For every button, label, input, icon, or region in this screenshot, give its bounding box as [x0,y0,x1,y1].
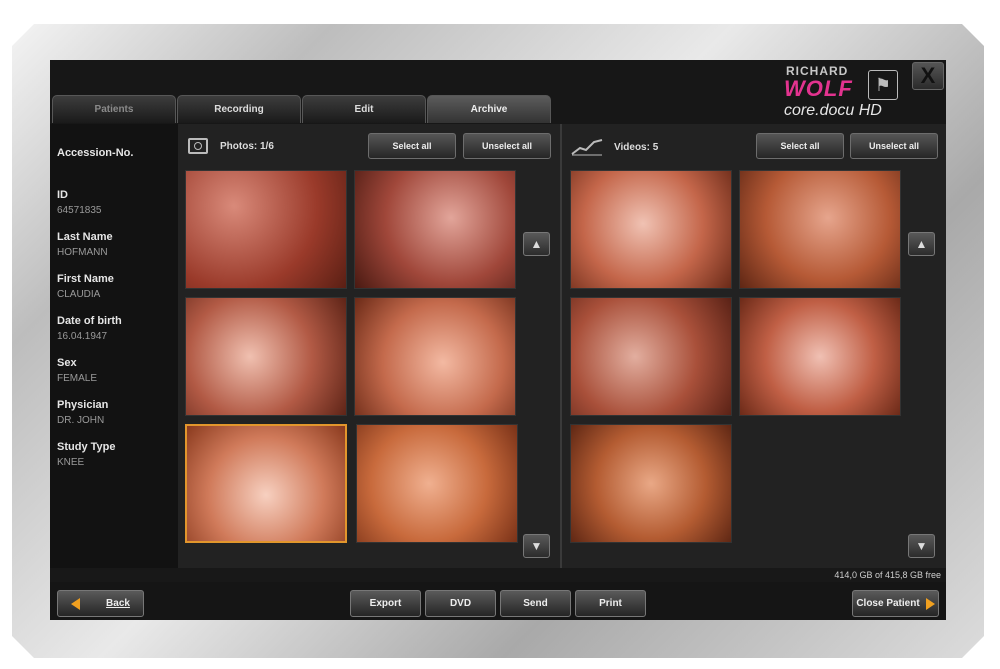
photo-thumbnail[interactable] [185,170,347,289]
triangle-up-icon: ▲ [915,237,928,251]
close-patient-label: Close Patient [856,598,920,609]
videos-scroll-down-button[interactable]: ▼ [908,534,935,558]
field-value: DR. JOHN [57,415,105,426]
field-id: ID 64571835 [57,189,102,216]
photos-panel: Photos: 1/6 Select all Unselect all ▲ ▼ [178,124,560,568]
arrow-left-icon [71,597,81,610]
videos-panel: Videos: 5 Select all Unselect all ▲ ▼ [562,124,946,568]
videos-title: Videos: 5 [614,141,659,153]
field-physician: Physician DR. JOHN [57,399,108,426]
video-thumbnail[interactable] [739,170,901,289]
back-label: Back [106,598,130,609]
photo-thumbnail[interactable] [354,170,516,289]
photo-thumbnail[interactable] [356,424,518,543]
video-thumbnail[interactable] [570,297,732,416]
field-label: First Name [57,273,114,285]
storage-status: 414,0 GB of 415,8 GB free [50,568,946,582]
arrow-right-icon [925,597,935,610]
photos-scroll-up-button[interactable]: ▲ [523,232,550,256]
photo-thumbnail[interactable] [354,297,516,416]
triangle-down-icon: ▼ [915,539,928,553]
field-label: Date of birth [57,315,122,327]
field-value: CLAUDIA [57,289,101,300]
field-label: Accession-No. [57,147,134,159]
camera-icon [188,138,208,154]
chair-icon: ⚑ [868,70,898,100]
video-chart-icon [571,139,603,156]
photos-select-all-button[interactable]: Select all [368,133,456,159]
video-thumbnail[interactable] [570,424,732,543]
photos-unselect-all-button[interactable]: Unselect all [463,133,551,159]
field-label: Study Type [57,441,116,453]
close-patient-button[interactable]: Close Patient [852,590,939,617]
top-bar: Patients Recording Edit Archive RICHARD … [50,60,946,124]
tab-edit[interactable]: Edit [302,95,426,123]
logo-brand-main: WOLF [784,76,853,101]
close-button[interactable]: X [912,62,944,90]
field-label: Physician [57,399,109,411]
field-first-name: First Name CLAUDIA [57,273,114,300]
videos-scroll-up-button[interactable]: ▲ [908,232,935,256]
photo-thumbnail[interactable] [185,297,347,416]
video-thumbnail[interactable] [739,297,901,416]
bottom-bar: Back Export DVD Send Print Close Patient [50,582,946,620]
photos-title: Photos: 1/6 [220,140,274,152]
dvd-button[interactable]: DVD [425,590,496,617]
logo-product: core.docu HD [784,102,882,119]
triangle-down-icon: ▼ [530,539,543,553]
field-value: 64571835 [57,205,102,216]
app-screen: Patients Recording Edit Archive RICHARD … [50,60,946,620]
photo-thumbnail-selected[interactable] [185,424,347,543]
field-date-of-birth: Date of birth 16.04.1947 [57,315,122,342]
videos-unselect-all-button[interactable]: Unselect all [850,133,938,159]
videos-header: Videos: 5 [570,138,658,156]
field-value: HOFMANN [57,247,108,258]
field-label: Last Name [57,231,113,243]
videos-select-all-button[interactable]: Select all [756,133,844,159]
field-label: ID [57,189,68,201]
send-button[interactable]: Send [500,590,571,617]
video-thumbnail[interactable] [570,170,732,289]
field-sex: Sex FEMALE [57,357,97,384]
print-button[interactable]: Print [575,590,646,617]
photos-scroll-down-button[interactable]: ▼ [523,534,550,558]
field-accession: Accession-No. [57,147,133,163]
field-label: Sex [57,357,77,369]
field-value: FEMALE [57,373,98,384]
tab-recording[interactable]: Recording [177,95,301,123]
export-button[interactable]: Export [350,590,421,617]
back-button[interactable]: Back [57,590,144,617]
tab-archive[interactable]: Archive [427,95,551,123]
patient-sidebar: Accession-No. ID 64571835 Last Name HOFM… [50,124,178,568]
field-value: KNEE [57,457,85,468]
field-last-name: Last Name HOFMANN [57,231,113,258]
photos-header: Photos: 1/6 [188,138,274,154]
field-study-type: Study Type KNEE [57,441,115,468]
field-value: 16.04.1947 [57,331,108,342]
tab-patients[interactable]: Patients [52,95,176,123]
triangle-up-icon: ▲ [530,237,543,251]
richard-wolf-logo: RICHARD WOLF ⚑ core.docu HD [780,64,912,122]
